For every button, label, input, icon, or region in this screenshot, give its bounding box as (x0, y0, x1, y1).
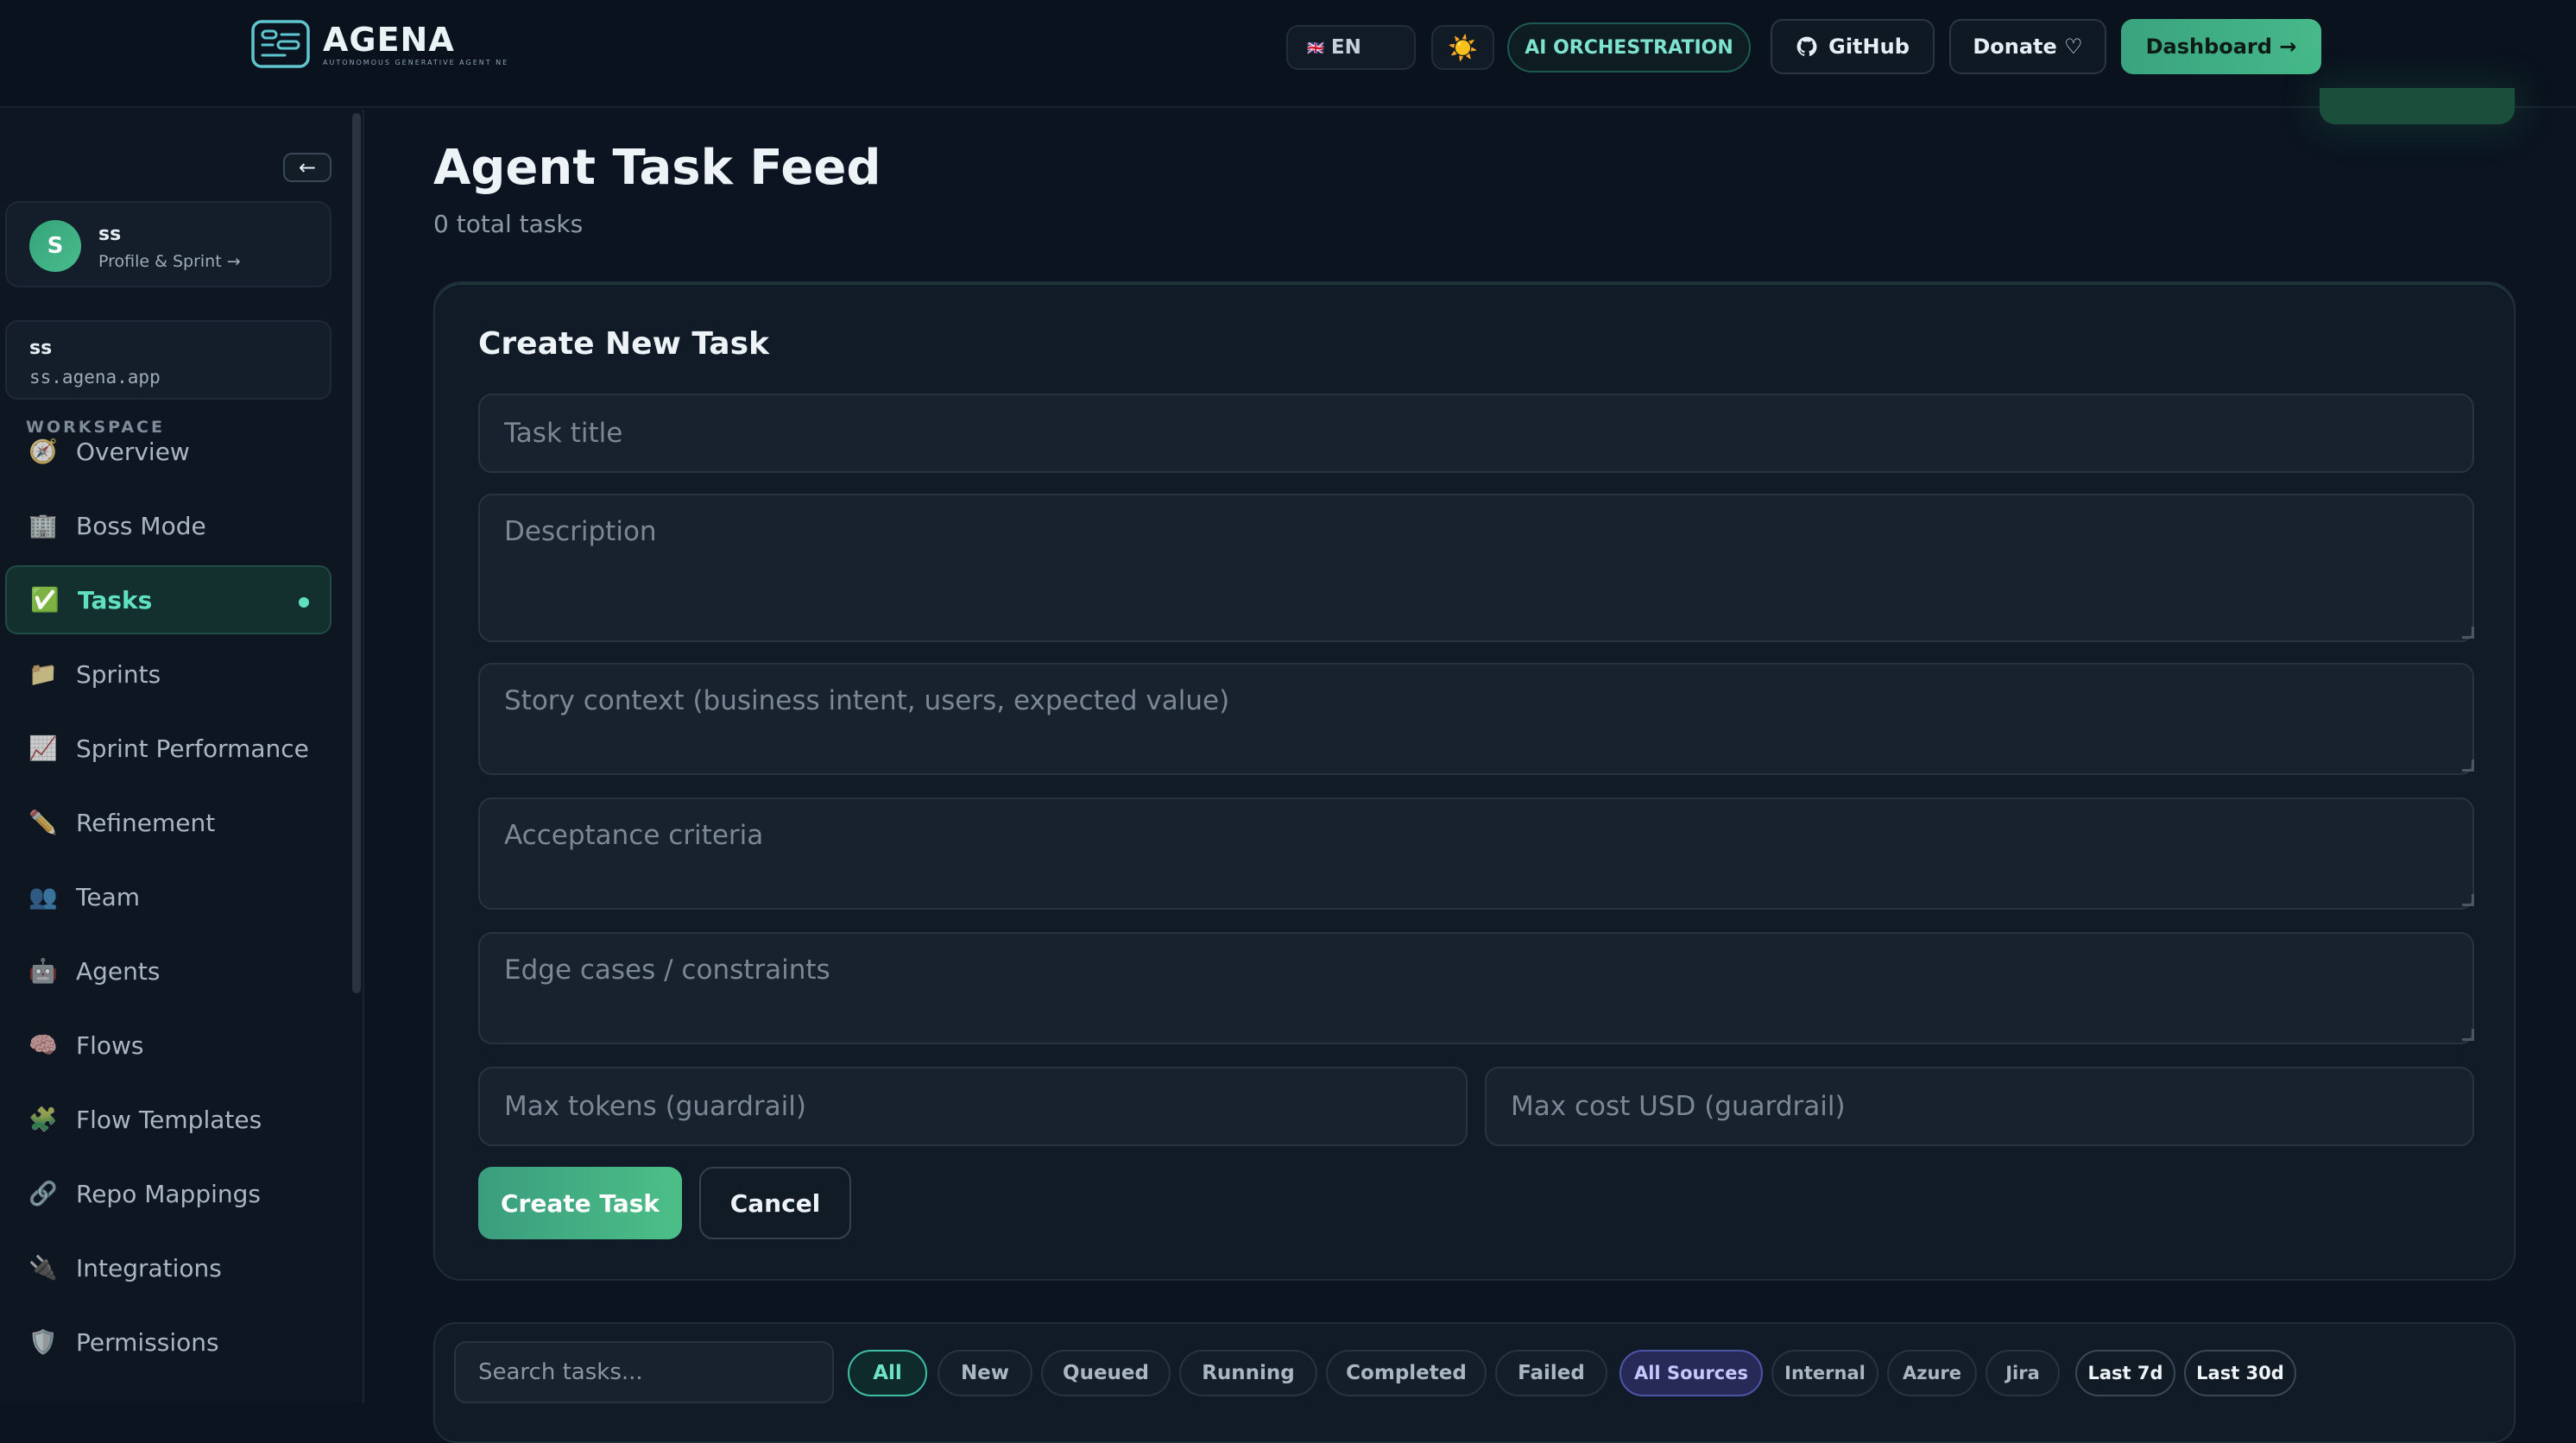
active-indicator-dot (299, 597, 309, 608)
task-count: 0 total tasks (433, 210, 584, 238)
sidebar-item-sprints[interactable]: 📁 Sprints (5, 640, 331, 709)
description-textarea[interactable] (478, 494, 2474, 642)
sidebar-item-sprint-performance[interactable]: 📈 Sprint Performance (5, 714, 331, 783)
building-icon: 🏢 (28, 513, 58, 539)
sidebar-item-label: Agents (76, 956, 161, 986)
collapse-sidebar-button[interactable]: ← (283, 153, 331, 182)
agena-logo-icon (251, 20, 310, 68)
sidebar-item-boss-mode[interactable]: 🏢 Boss Mode (5, 491, 331, 560)
form-title: Create New Task (478, 326, 769, 362)
profile-name: ss (98, 224, 122, 245)
max-cost-input[interactable] (1485, 1067, 2474, 1146)
sidebar-item-label: Integrations (76, 1253, 222, 1282)
max-tokens-input[interactable] (478, 1067, 1468, 1146)
org-card[interactable]: ss ss.agena.app (5, 320, 331, 400)
top-bar: AGENA AUTONOMOUS GENERATIVE AGENT NE 🇬🇧 … (0, 0, 2576, 108)
filter-source-azure[interactable]: Azure (1887, 1350, 1977, 1396)
filter-status-completed[interactable]: Completed (1326, 1350, 1487, 1396)
filter-status-new[interactable]: New (938, 1350, 1032, 1396)
task-filter-bar: All New Queued Running Completed Failed … (433, 1322, 2516, 1443)
people-icon: 👥 (28, 884, 58, 911)
sidebar-item-label: Flow Templates (76, 1105, 262, 1134)
sidebar-item-label: Sprint Performance (76, 734, 309, 763)
link-icon: 🔗 (28, 1181, 58, 1207)
sidebar-scrollbar[interactable] (352, 113, 361, 993)
acceptance-criteria-textarea[interactable] (478, 797, 2474, 910)
sidebar-item-flows[interactable]: 🧠 Flows (5, 1011, 331, 1080)
uk-flag-icon: 🇬🇧 (1307, 39, 1324, 56)
language-selector[interactable]: 🇬🇧 EN (1286, 25, 1416, 70)
org-domain: ss.agena.app (29, 367, 161, 388)
avatar: S (29, 220, 81, 272)
filter-status-all[interactable]: All (848, 1350, 927, 1396)
sidebar-item-label: Repo Mappings (76, 1179, 261, 1208)
filter-source-jira[interactable]: Jira (1986, 1350, 2060, 1396)
sidebar-item-repo-mappings[interactable]: 🔗 Repo Mappings (5, 1159, 331, 1228)
sidebar-item-permissions[interactable]: 🛡️ Permissions (5, 1308, 331, 1377)
compass-icon: 🧭 (28, 438, 58, 465)
sidebar-item-overview[interactable]: 🧭 Overview (5, 417, 331, 486)
shield-icon: 🛡️ (28, 1329, 58, 1356)
create-task-form: Create New Task Create Task Cancel (433, 281, 2516, 1281)
edge-cases-textarea[interactable] (478, 932, 2474, 1044)
pencil-icon: ✏️ (28, 810, 58, 836)
arrow-left-icon: ← (298, 155, 317, 180)
chart-icon: 📈 (28, 735, 58, 762)
glow-decoration (2320, 88, 2515, 124)
filter-status-running[interactable]: Running (1179, 1350, 1317, 1396)
sidebar-item-label: Permissions (76, 1327, 219, 1357)
sidebar-item-integrations[interactable]: 🔌 Integrations (5, 1233, 331, 1302)
filter-time-7d[interactable]: Last 7d (2075, 1350, 2175, 1396)
filter-source-internal[interactable]: Internal (1771, 1350, 1878, 1396)
brand-tagline: AUTONOMOUS GENERATIVE AGENT NE (323, 58, 509, 66)
robot-icon: 🤖 (28, 958, 58, 985)
profile-sprint-link[interactable]: Profile & Sprint → (98, 252, 241, 271)
filter-status-queued[interactable]: Queued (1041, 1350, 1171, 1396)
github-label: GitHub (1828, 35, 1910, 59)
language-label: EN (1330, 36, 1361, 59)
task-title-input[interactable] (478, 394, 2474, 473)
story-context-textarea[interactable] (478, 663, 2474, 775)
brain-icon: 🧠 (28, 1032, 58, 1059)
github-icon (1796, 36, 1817, 56)
check-icon: ✅ (30, 587, 60, 614)
create-task-button[interactable]: Create Task (478, 1167, 682, 1239)
puzzle-icon: 🧩 (28, 1106, 58, 1133)
sidebar-item-refinement[interactable]: ✏️ Refinement (5, 788, 331, 857)
sidebar-item-flow-templates[interactable]: 🧩 Flow Templates (5, 1085, 331, 1154)
sidebar: ← S ss Profile & Sprint → ss ss.agena.ap… (0, 110, 364, 1403)
page-title: Agent Task Feed (433, 140, 881, 196)
brand-name: AGENA (323, 20, 455, 59)
sidebar-item-label: Flows (76, 1030, 144, 1060)
filter-time-30d[interactable]: Last 30d (2184, 1350, 2296, 1396)
sidebar-item-label: Sprints (76, 659, 161, 689)
filter-status-failed[interactable]: Failed (1495, 1350, 1607, 1396)
donate-button[interactable]: Donate ♡ (1949, 19, 2106, 74)
sidebar-item-label: Tasks (78, 585, 153, 614)
sidebar-item-label: Overview (76, 437, 190, 466)
search-tasks-input[interactable] (454, 1341, 834, 1403)
sidebar-item-label: Boss Mode (76, 511, 206, 540)
filter-source-all[interactable]: All Sources (1619, 1350, 1763, 1396)
cancel-button[interactable]: Cancel (699, 1167, 851, 1239)
sidebar-item-label: Team (76, 882, 141, 911)
sidebar-item-label: Refinement (76, 808, 216, 837)
folder-icon: 📁 (28, 661, 58, 688)
profile-card[interactable]: S ss Profile & Sprint → (5, 201, 331, 287)
dashboard-button[interactable]: Dashboard → (2121, 19, 2321, 74)
plug-icon: 🔌 (28, 1255, 58, 1282)
sidebar-item-tasks[interactable]: ✅ Tasks (5, 565, 331, 634)
github-button[interactable]: GitHub (1771, 19, 1935, 74)
org-name: ss (29, 337, 53, 359)
sidebar-item-agents[interactable]: 🤖 Agents (5, 936, 331, 1005)
theme-toggle-button[interactable]: ☀️ (1431, 25, 1494, 70)
ai-orchestration-badge[interactable]: AI ORCHESTRATION (1507, 22, 1751, 72)
sun-icon: ☀️ (1448, 33, 1478, 62)
brand[interactable]: AGENA AUTONOMOUS GENERATIVE AGENT NE (250, 19, 508, 69)
sidebar-item-team[interactable]: 👥 Team (5, 862, 331, 931)
